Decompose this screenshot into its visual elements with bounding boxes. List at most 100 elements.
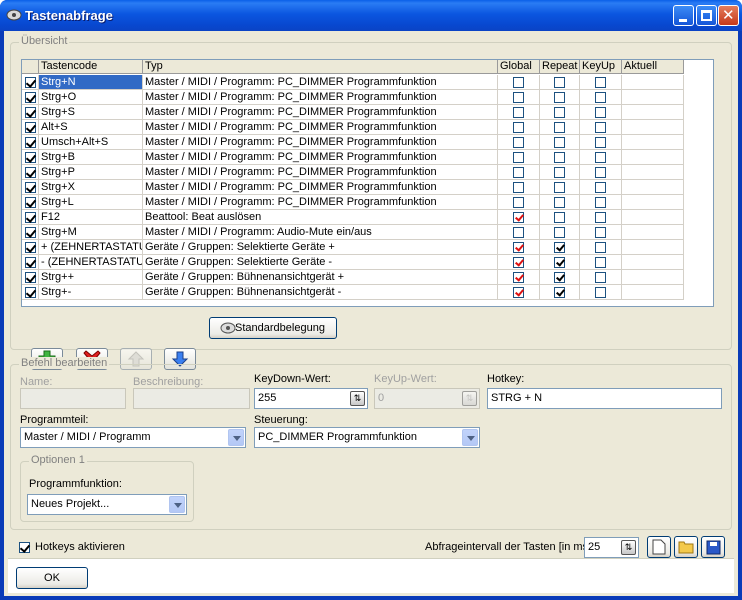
standard-button[interactable]: Standardbelegung — [209, 317, 337, 339]
chevron-down-icon[interactable] — [462, 429, 478, 446]
row-repeat-cell[interactable] — [540, 210, 580, 225]
programmteil-select[interactable]: Master / MIDI / Programm — [20, 427, 246, 448]
header-aktuell[interactable]: Aktuell — [622, 60, 684, 74]
ok-button[interactable]: OK — [16, 567, 88, 589]
row-keyup-cell[interactable] — [580, 90, 622, 105]
row-enabled-cell[interactable] — [22, 120, 39, 135]
header-keyup[interactable]: KeyUp — [580, 60, 622, 74]
table-row[interactable]: Strg+N Master / MIDI / Programm: PC_DIMME… — [22, 75, 713, 90]
row-repeat-checkbox[interactable] — [554, 107, 565, 118]
row-keyup-checkbox[interactable] — [595, 152, 606, 163]
row-global-checkbox[interactable] — [513, 137, 524, 148]
row-global-cell[interactable] — [498, 195, 540, 210]
row-tastencode[interactable]: Strg++ — [39, 270, 143, 285]
row-global-cell[interactable] — [498, 150, 540, 165]
row-keyup-cell[interactable] — [580, 195, 622, 210]
row-repeat-checkbox[interactable] — [554, 167, 565, 178]
row-enabled-cell[interactable] — [22, 90, 39, 105]
row-repeat-cell[interactable] — [540, 255, 580, 270]
row-repeat-checkbox[interactable] — [554, 227, 565, 238]
row-global-checkbox[interactable] — [513, 227, 524, 238]
table-row[interactable]: Strg+M Master / MIDI / Programm: Audio-Mu… — [22, 225, 713, 240]
title-bar[interactable]: Tastenabfrage ✕ — [0, 0, 742, 31]
row-enabled-cell[interactable] — [22, 165, 39, 180]
table-row[interactable]: Strg+P Master / MIDI / Programm: PC_DIMME… — [22, 165, 713, 180]
row-enabled-checkbox[interactable] — [25, 152, 36, 163]
row-enabled-checkbox[interactable] — [25, 272, 36, 283]
row-keyup-cell[interactable] — [580, 225, 622, 240]
row-keyup-cell[interactable] — [580, 75, 622, 90]
close-button[interactable]: ✕ — [718, 5, 739, 26]
row-typ[interactable]: Master / MIDI / Programm: PC_DIMMER Prog… — [143, 90, 498, 105]
row-repeat-checkbox[interactable] — [554, 242, 565, 253]
header-tastencode[interactable]: Tastencode — [39, 60, 143, 74]
row-repeat-checkbox[interactable] — [554, 77, 565, 88]
hotkeys-checkbox[interactable] — [19, 542, 30, 553]
name-field[interactable] — [20, 388, 126, 409]
row-enabled-cell[interactable] — [22, 255, 39, 270]
row-keyup-cell[interactable] — [580, 285, 622, 300]
row-keyup-cell[interactable] — [580, 255, 622, 270]
row-repeat-checkbox[interactable] — [554, 152, 565, 163]
row-keyup-checkbox[interactable] — [595, 122, 606, 133]
row-global-cell[interactable] — [498, 135, 540, 150]
row-global-checkbox[interactable] — [513, 122, 524, 133]
table-row[interactable]: Strg+- Geräte / Gruppen: Bühnenansichtger… — [22, 285, 713, 300]
row-tastencode[interactable]: Strg+N — [39, 75, 143, 90]
row-tastencode[interactable]: Strg+P — [39, 165, 143, 180]
row-global-cell[interactable] — [498, 180, 540, 195]
row-enabled-checkbox[interactable] — [25, 137, 36, 148]
row-global-checkbox[interactable] — [513, 212, 524, 223]
row-typ[interactable]: Master / MIDI / Programm: PC_DIMMER Prog… — [143, 150, 498, 165]
row-enabled-checkbox[interactable] — [25, 107, 36, 118]
row-global-checkbox[interactable] — [513, 272, 524, 283]
row-global-checkbox[interactable] — [513, 92, 524, 103]
row-repeat-cell[interactable] — [540, 285, 580, 300]
row-keyup-cell[interactable] — [580, 105, 622, 120]
row-global-cell[interactable] — [498, 210, 540, 225]
table-row[interactable]: Umsch+Alt+S Master / MIDI / Programm: PC_… — [22, 135, 713, 150]
open-folder-button[interactable] — [674, 536, 698, 558]
row-tastencode[interactable]: Strg+X — [39, 180, 143, 195]
row-repeat-cell[interactable] — [540, 150, 580, 165]
row-enabled-checkbox[interactable] — [25, 257, 36, 268]
row-enabled-cell[interactable] — [22, 150, 39, 165]
row-global-checkbox[interactable] — [513, 77, 524, 88]
row-repeat-cell[interactable] — [540, 105, 580, 120]
row-enabled-cell[interactable] — [22, 135, 39, 150]
table-row[interactable]: + (ZEHNERTASTATUR)Geräte / Gruppen: Sele… — [22, 240, 713, 255]
table-row[interactable]: Strg+S Master / MIDI / Programm: PC_DIMME… — [22, 105, 713, 120]
row-keyup-cell[interactable] — [580, 120, 622, 135]
row-repeat-cell[interactable] — [540, 120, 580, 135]
row-repeat-cell[interactable] — [540, 195, 580, 210]
description-field[interactable] — [133, 388, 250, 409]
row-global-cell[interactable] — [498, 105, 540, 120]
row-global-cell[interactable] — [498, 90, 540, 105]
row-enabled-checkbox[interactable] — [25, 287, 36, 298]
row-repeat-cell[interactable] — [540, 240, 580, 255]
table-row[interactable]: F12 Beattool: Beat auslösen — [22, 210, 713, 225]
row-tastencode[interactable]: Strg+S — [39, 105, 143, 120]
row-enabled-cell[interactable] — [22, 225, 39, 240]
row-keyup-checkbox[interactable] — [595, 77, 606, 88]
row-repeat-cell[interactable] — [540, 165, 580, 180]
row-enabled-cell[interactable] — [22, 75, 39, 90]
row-keyup-cell[interactable] — [580, 210, 622, 225]
row-keyup-checkbox[interactable] — [595, 212, 606, 223]
row-keyup-checkbox[interactable] — [595, 137, 606, 148]
row-tastencode[interactable]: Strg+B — [39, 150, 143, 165]
row-keyup-cell[interactable] — [580, 135, 622, 150]
row-global-checkbox[interactable] — [513, 152, 524, 163]
row-repeat-checkbox[interactable] — [554, 272, 565, 283]
row-typ[interactable]: Geräte / Gruppen: Selektierte Geräte - — [143, 255, 498, 270]
row-global-cell[interactable] — [498, 255, 540, 270]
table-row[interactable]: Strg+X Master / MIDI / Programm: PC_DIMME… — [22, 180, 713, 195]
row-enabled-cell[interactable] — [22, 240, 39, 255]
row-tastencode[interactable]: Strg+M — [39, 225, 143, 240]
row-enabled-checkbox[interactable] — [25, 242, 36, 253]
row-typ[interactable]: Geräte / Gruppen: Selektierte Geräte + — [143, 240, 498, 255]
row-keyup-cell[interactable] — [580, 150, 622, 165]
row-keyup-checkbox[interactable] — [595, 167, 606, 178]
row-global-checkbox[interactable] — [513, 182, 524, 193]
row-tastencode[interactable]: Strg+O — [39, 90, 143, 105]
